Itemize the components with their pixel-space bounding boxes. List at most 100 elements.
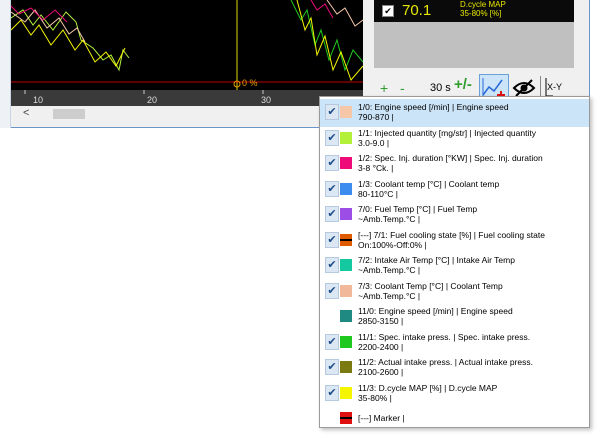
series-label: 11/2: Actual intake press. | Actual inta… bbox=[358, 357, 586, 377]
series-label-line2: 35-80% | bbox=[358, 392, 392, 403]
series-item[interactable]: ✔ 11/3: D.cycle MAP [%] | D.cycle MAP 35-8… bbox=[320, 380, 589, 408]
series-label-line2: ~Amb.Temp.°C | bbox=[358, 290, 421, 301]
series-item[interactable]: ✔ 11/0: Engine speed [/min] | Engine spee… bbox=[320, 303, 589, 331]
series-label-line1: [---] 7/1: Fuel cooling state [%] | Fuel… bbox=[358, 229, 545, 240]
series-item[interactable]: ✔ 7/2: Intake Air Temp [°C] | Intake Air … bbox=[320, 252, 589, 280]
trace-injected-quantity bbox=[11, 9, 130, 72]
trace-spec-intake-press bbox=[290, 0, 363, 72]
series-color-swatch bbox=[340, 412, 352, 424]
series-label-line1: 7/0: Fuel Temp [°C] | Fuel Temp bbox=[358, 204, 478, 214]
zoom-out-button[interactable]: - bbox=[400, 80, 405, 96]
series-item[interactable]: ✔ 11/2: Actual intake press. | Actual int… bbox=[320, 354, 589, 382]
x-tick-label: 10 bbox=[33, 95, 43, 105]
trace-inj-duration bbox=[11, 5, 68, 23]
scroll-left-arrow[interactable]: < bbox=[23, 107, 29, 119]
series-color-swatch bbox=[340, 106, 352, 118]
trace-inj-duration-right bbox=[310, 0, 334, 19]
series-label-line1: 1/3: Coolant temp [°C] | Coolant temp bbox=[358, 178, 500, 189]
marker-bar-icon bbox=[340, 417, 352, 419]
series-label: 7/2: Intake Air Temp [°C] | Intake Air T… bbox=[358, 255, 586, 275]
xy-label: X-Y bbox=[547, 82, 563, 92]
series-item[interactable]: ✔ 1/0: Engine speed [/min] | Engine speed… bbox=[320, 99, 589, 127]
series-checkbox[interactable]: ✔ bbox=[325, 257, 339, 273]
value-display-row[interactable]: ✔ 70.1 D.cycle MAP 35-80% [%] bbox=[374, 0, 574, 22]
series-label-line2: 2100-2600 | bbox=[358, 367, 404, 377]
series-checkbox[interactable]: ✔ bbox=[325, 282, 339, 299]
series-label-line1: [---] Marker | bbox=[358, 413, 405, 423]
series-item[interactable]: ✔ [---] 7/1: Fuel cooling state [%] | Fue… bbox=[320, 227, 589, 255]
series-checkbox[interactable]: ✔ bbox=[325, 308, 339, 324]
series-color-swatch bbox=[340, 310, 352, 322]
series-checkbox[interactable]: ✔ bbox=[325, 359, 339, 375]
plot-area[interactable]: 10 20 30 0 % bbox=[11, 0, 363, 106]
series-label: 1/1: Injected quantity [mg/str] | Inject… bbox=[358, 128, 586, 148]
series-label-line1: 11/2: Actual intake press. | Actual inta… bbox=[358, 357, 533, 367]
series-checkbox[interactable]: ✔ bbox=[325, 104, 339, 120]
series-label: 11/3: D.cycle MAP [%] | D.cycle MAP 35-80… bbox=[358, 383, 586, 403]
x-tick-label: 20 bbox=[147, 95, 157, 105]
series-color-swatch bbox=[340, 284, 352, 297]
series-label-line1: 11/1: Spec. intake press. | Spec. intake… bbox=[358, 331, 531, 342]
series-label-line1: 1/0: Engine speed [/min] | Engine speed bbox=[358, 102, 509, 112]
series-label-line1: 1/2: Spec. Inj. duration [°KW] | Spec. I… bbox=[358, 153, 543, 163]
series-checkbox[interactable]: ✔ bbox=[325, 206, 339, 222]
x-axis-strip bbox=[11, 90, 363, 106]
x-tick-label: 30 bbox=[261, 95, 271, 105]
series-color-swatch bbox=[340, 233, 352, 246]
series-color-swatch bbox=[340, 157, 352, 169]
series-label-line2: 3.0-9.0 | bbox=[358, 137, 390, 148]
series-label: 7/0: Fuel Temp [°C] | Fuel Temp ~Amb.Temp… bbox=[358, 204, 586, 224]
eye-slash-icon bbox=[512, 79, 536, 97]
series-item[interactable]: ✔ 11/1: Spec. intake press. | Spec. intak… bbox=[320, 329, 589, 357]
series-color-swatch bbox=[340, 208, 352, 220]
series-color-swatch bbox=[340, 259, 352, 271]
series-color-swatch bbox=[340, 361, 352, 373]
series-item[interactable]: ✔ 7/0: Fuel Temp [°C] | Fuel Temp ~Amb.Tem… bbox=[320, 201, 589, 229]
series-checkbox[interactable]: ✔ bbox=[325, 180, 339, 197]
trace-engine-speed bbox=[11, 9, 86, 43]
series-item[interactable]: ✔ 1/2: Spec. Inj. duration [°KW] | Spec. … bbox=[320, 150, 589, 178]
series-dropdown-list[interactable]: ✔ 1/0: Engine speed [/min] | Engine speed… bbox=[319, 96, 590, 428]
horizontal-scrollbar[interactable]: < bbox=[11, 106, 363, 121]
series-label-line2: 2200-2400 | bbox=[358, 341, 404, 352]
series-label: [---] 7/1: Fuel cooling state [%] | Fuel… bbox=[358, 230, 586, 250]
series-label: 11/1: Spec. intake press. | Spec. intake… bbox=[358, 332, 586, 352]
series-checkbox[interactable]: ✔ bbox=[325, 155, 339, 171]
value-checkbox[interactable]: ✔ bbox=[382, 5, 394, 17]
series-label-line2: 2850-3150 | bbox=[358, 316, 404, 326]
series-color-swatch bbox=[340, 335, 352, 348]
series-label-line2: 3-8 °Ck. | bbox=[358, 163, 394, 173]
series-item[interactable]: ✔ [---] Marker | bbox=[320, 405, 589, 433]
series-item[interactable]: ✔ 1/1: Injected quantity [mg/str] | Injec… bbox=[320, 125, 589, 153]
series-label: [---] Marker | bbox=[358, 413, 586, 423]
series-label-line1: 11/0: Engine speed [/min] | Engine speed bbox=[358, 306, 513, 316]
series-checkbox[interactable]: ✔ bbox=[325, 231, 339, 248]
window-left-edge bbox=[0, 0, 11, 128]
series-label: 1/3: Coolant temp [°C] | Coolant temp 80-… bbox=[358, 179, 586, 199]
series-label: 7/3: Coolant Temp [°C] | Coolant Temp ~Am… bbox=[358, 281, 586, 301]
series-label-line1: 1/1: Injected quantity [mg/str] | Inject… bbox=[358, 127, 536, 138]
scroll-thumb[interactable] bbox=[53, 109, 85, 119]
series-label-line2: On:100%-Off:0% | bbox=[358, 239, 427, 250]
series-checkbox[interactable]: ✔ bbox=[325, 410, 339, 426]
zoom-in-button[interactable]: + bbox=[380, 80, 388, 96]
series-checkbox[interactable]: ✔ bbox=[325, 129, 339, 146]
trace-dcycle-map bbox=[11, 19, 126, 67]
value-list-area bbox=[374, 22, 574, 68]
series-item[interactable]: ✔ 7/3: Coolant Temp [°C] | Coolant Temp ~A… bbox=[320, 278, 589, 306]
vertical-scrollbar[interactable] bbox=[574, 0, 586, 72]
series-checkbox[interactable]: ✔ bbox=[325, 384, 339, 401]
series-color-swatch bbox=[340, 182, 352, 195]
series-label-line2: ~Amb.Temp.°C | bbox=[358, 265, 421, 275]
series-item[interactable]: ✔ 1/3: Coolant temp [°C] | Coolant temp 80… bbox=[320, 176, 589, 204]
time-window-value[interactable]: 30 s bbox=[430, 82, 451, 94]
series-label-line1: 7/3: Coolant Temp [°C] | Coolant Temp bbox=[358, 280, 503, 291]
series-checkbox[interactable]: ✔ bbox=[325, 333, 339, 350]
plus-minus-button[interactable]: +/- bbox=[454, 76, 472, 93]
marker-bar-icon bbox=[340, 238, 352, 241]
plot-svg: 10 20 30 0 % bbox=[11, 0, 363, 106]
series-label: 11/0: Engine speed [/min] | Engine speed… bbox=[358, 306, 586, 326]
series-label-line1: 7/2: Intake Air Temp [°C] | Intake Air T… bbox=[358, 255, 515, 265]
series-label-line2: 790-870 | bbox=[358, 112, 394, 122]
current-value: 70.1 bbox=[402, 2, 432, 19]
